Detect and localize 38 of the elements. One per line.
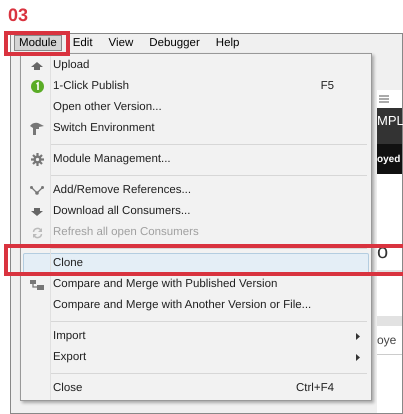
menu-item[interactable]: Switch Environment <box>23 118 369 139</box>
menu-bar-item[interactable]: Debugger <box>144 35 205 51</box>
heading-fragment: MPL <box>377 112 403 130</box>
references-icon <box>30 186 44 195</box>
menu-item[interactable]: Upload <box>23 55 369 76</box>
highlight-frame <box>4 31 70 56</box>
content-panel <box>377 276 402 316</box>
submenu-arrow-icon <box>356 354 360 361</box>
step-number: 03 <box>8 5 28 25</box>
menu-item[interactable]: Download all Consumers... <box>23 201 369 222</box>
menu-bar-item[interactable]: Help <box>210 35 244 51</box>
menu-item[interactable]: Add/Remove References... <box>23 180 369 201</box>
gear-icon <box>30 153 44 166</box>
menu-bar-item[interactable]: Module <box>14 35 62 51</box>
upload-icon <box>31 62 43 70</box>
list-icon <box>379 95 389 103</box>
menu-item[interactable]: Compare and Merge with Published Version <box>23 274 369 295</box>
menu-bar-item[interactable]: View <box>104 35 138 51</box>
number-one-icon <box>30 80 44 93</box>
menu-bar-item[interactable]: Edit <box>68 35 98 51</box>
menu-item[interactable]: 1-Click Publish F5 <box>23 76 369 97</box>
menu-item[interactable]: Open other Version... <box>23 97 369 118</box>
submenu-item[interactable]: Export <box>23 347 369 368</box>
shortcut-label: Ctrl+F4 <box>296 380 334 396</box>
menu-item[interactable]: Clone <box>23 253 369 274</box>
submenu-item[interactable]: Import <box>23 326 369 347</box>
section-bar <box>377 316 402 326</box>
menu-item[interactable]: Close Ctrl+F4 <box>23 378 369 399</box>
row-fragment: oye <box>377 332 396 349</box>
shortcut-label: F5 <box>320 78 334 94</box>
compare-icon <box>30 280 44 290</box>
submenu-arrow-icon <box>356 333 360 340</box>
download-icon <box>31 208 43 216</box>
menu-item[interactable]: Compare and Merge with Another Version or File... <box>23 295 369 316</box>
menu-item[interactable]: Module Management... <box>23 149 369 170</box>
band-fragment: oyed <box>377 152 400 166</box>
refresh-icon <box>32 226 42 238</box>
switch-icon <box>30 122 44 135</box>
